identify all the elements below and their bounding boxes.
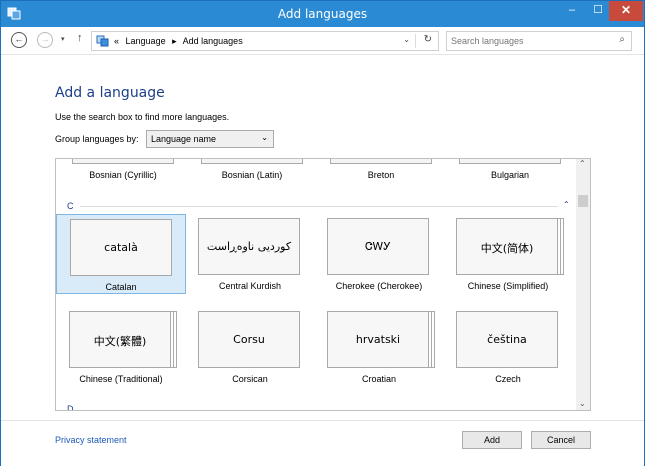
- address-bar[interactable]: « Language ▸ Add languages ⌄ ↻: [91, 31, 439, 51]
- minimize-button[interactable]: –: [559, 1, 585, 21]
- native-name: català: [104, 241, 138, 254]
- language-name: Chinese (Traditional): [79, 374, 163, 384]
- group-by-select[interactable]: Language name ⌄: [146, 130, 274, 148]
- section-divider: [80, 206, 558, 207]
- native-name: čeština: [487, 333, 527, 346]
- tile-fragment[interactable]: [459, 159, 561, 164]
- language-tile-catalan[interactable]: català Catalan: [56, 214, 186, 294]
- tile-preview: čeština: [456, 311, 558, 368]
- refresh-icon[interactable]: ↻: [424, 34, 432, 45]
- tile-preview: ᏣᎳᎩ: [327, 218, 429, 275]
- address-dropdown-icon[interactable]: ⌄: [403, 35, 410, 44]
- language-tile-czech[interactable]: čeština Czech: [443, 307, 573, 387]
- language-name: Corsican: [232, 374, 268, 384]
- scroll-thumb[interactable]: [578, 195, 588, 207]
- language-tile-central-kurdish[interactable]: کوردیی ناوەڕاست Central Kurdish: [185, 214, 315, 294]
- cancel-button[interactable]: Cancel: [531, 431, 591, 449]
- section-letter: C: [67, 201, 74, 211]
- language-tile-croatian[interactable]: hrvatski Croatian: [314, 307, 444, 387]
- back-button[interactable]: ←: [11, 32, 27, 48]
- tile-fragment[interactable]: [201, 159, 303, 164]
- section-letter-d[interactable]: D: [67, 404, 74, 410]
- title-bar[interactable]: Add languages – ☐ ✕: [1, 1, 644, 27]
- collapse-chevron-icon[interactable]: ⌃: [563, 200, 570, 209]
- tile-preview: català: [70, 219, 172, 276]
- close-button[interactable]: ✕: [609, 1, 643, 21]
- add-button[interactable]: Add: [462, 431, 522, 449]
- native-name: Corsu: [233, 333, 265, 346]
- maximize-button[interactable]: ☐: [585, 1, 611, 21]
- language-name: Cherokee (Cherokee): [335, 281, 423, 291]
- tile-preview: 中文(繁體): [69, 311, 171, 368]
- language-name-bosnian-cyrillic[interactable]: Bosnian (Cyrillic): [64, 170, 182, 180]
- tile-fragment[interactable]: [330, 159, 432, 164]
- native-name: ᏣᎳᎩ: [365, 240, 391, 253]
- language-name: Central Kurdish: [218, 281, 282, 291]
- language-name: Chinese (Simplified): [467, 281, 549, 291]
- native-name: 中文(繁體): [93, 335, 147, 348]
- forward-button[interactable]: →: [37, 32, 53, 48]
- scroll-down-icon[interactable]: ⌄: [579, 399, 586, 408]
- page-title: Add a language: [55, 85, 165, 101]
- chevron-down-icon: ⌄: [261, 133, 268, 142]
- language-tile-chinese-simplified[interactable]: 中文(简体) Chinese (Simplified): [443, 214, 573, 294]
- up-arrow-icon[interactable]: ↑: [77, 32, 83, 44]
- language-name: Czech: [495, 374, 521, 384]
- search-input[interactable]: [451, 34, 601, 48]
- breadcrumb: « Language ▸ Add languages: [114, 36, 247, 47]
- search-box[interactable]: ⌕: [446, 31, 632, 51]
- address-separator: [415, 34, 416, 48]
- navigation-bar: ← → ▾ ↑ « Language ▸ Add languages ⌄ ↻ ⌕: [1, 27, 644, 55]
- breadcrumb-add-languages[interactable]: Add languages: [183, 36, 243, 46]
- tile-preview: 中文(简体): [456, 218, 558, 275]
- breadcrumb-separator-icon[interactable]: ▸: [172, 36, 177, 46]
- add-languages-window: Add languages – ☐ ✕ ← → ▾ ↑ « Language ▸…: [0, 0, 645, 466]
- native-name: hrvatski: [355, 333, 401, 346]
- tile-fragment[interactable]: [72, 159, 174, 164]
- language-name-bosnian-latin[interactable]: Bosnian (Latin): [193, 170, 311, 180]
- language-tile-chinese-traditional[interactable]: 中文(繁體) Chinese (Traditional): [56, 307, 186, 387]
- group-by-label: Group languages by:: [55, 134, 139, 144]
- recent-locations-chevron-icon[interactable]: ▾: [61, 35, 65, 43]
- language-name: Catalan: [105, 282, 137, 292]
- language-name-breton[interactable]: Breton: [322, 170, 440, 180]
- language-name-bulgarian[interactable]: Bulgarian: [451, 170, 569, 180]
- search-icon[interactable]: ⌕: [619, 34, 625, 45]
- language-tile-corsican[interactable]: Corsu Corsican: [185, 307, 315, 387]
- tile-preview: Corsu: [198, 311, 300, 368]
- search-hint: Use the search box to find more language…: [55, 112, 230, 122]
- native-name: کوردیی ناوەڕاست: [206, 240, 292, 253]
- scroll-up-icon[interactable]: ⌃: [579, 159, 586, 168]
- breadcrumb-overflow[interactable]: «: [114, 36, 119, 46]
- breadcrumb-language[interactable]: Language: [126, 36, 166, 46]
- tile-preview: hrvatski: [327, 311, 429, 368]
- dialog-footer: Privacy statement Add Cancel: [1, 420, 644, 466]
- window-title: Add languages: [277, 7, 368, 21]
- language-location-icon: [96, 35, 109, 47]
- language-tile-cherokee[interactable]: ᏣᎳᎩ Cherokee (Cherokee): [314, 214, 444, 294]
- language-list[interactable]: Bosnian (Cyrillic) Bosnian (Latin) Breto…: [55, 158, 591, 411]
- vertical-scrollbar[interactable]: ⌃ ⌄: [576, 159, 590, 410]
- group-by-value: Language name: [151, 134, 217, 144]
- privacy-statement-link[interactable]: Privacy statement: [55, 435, 127, 445]
- tile-preview: کوردیی ناوەڕاست: [198, 218, 300, 275]
- language-name: Croatian: [361, 374, 397, 384]
- section-header-c[interactable]: C ⌃: [64, 200, 570, 211]
- native-name: 中文(简体): [480, 242, 534, 255]
